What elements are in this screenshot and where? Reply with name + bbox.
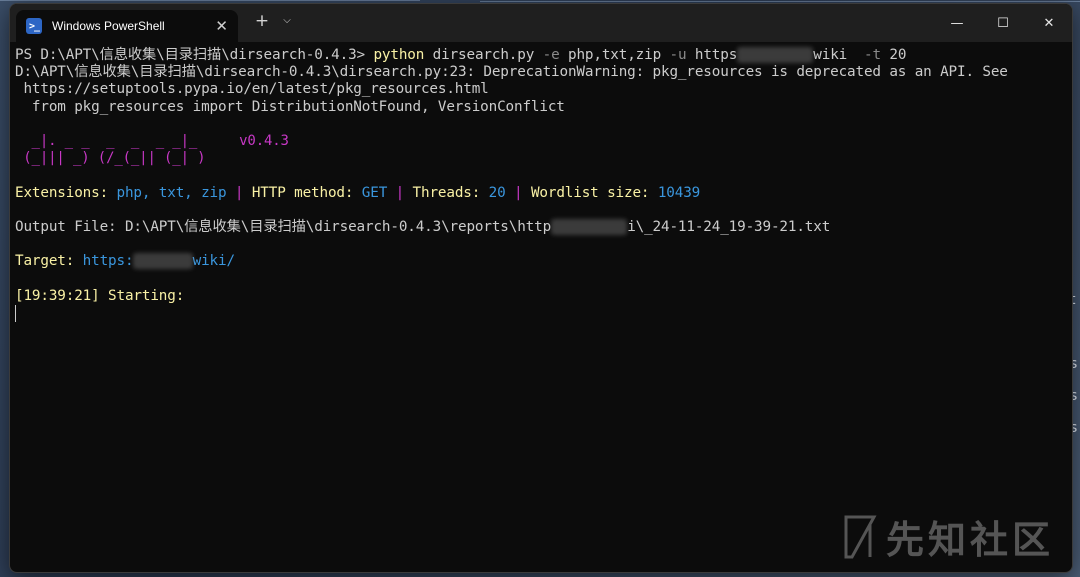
tab-powershell[interactable]: >_ Windows PowerShell ✕ bbox=[16, 10, 238, 42]
logo-top: _|. _ _ _ _ _ _|_ bbox=[15, 132, 198, 149]
output-file-path: Output File: D:\APT\信息收集\目录扫描\dirsearch-… bbox=[15, 218, 552, 235]
watermark-text: 先知社区 bbox=[885, 518, 1054, 562]
method-value: GET bbox=[361, 184, 388, 201]
separator: | bbox=[387, 184, 413, 201]
logo-line-bottom: (_||| _) (/_(_|| (_| ) bbox=[15, 150, 206, 167]
ext-label: Extensions: bbox=[15, 184, 117, 201]
terminal-window: >_ Windows PowerShell ✕ + ⌵ — ☐ ✕ PS D:\… bbox=[9, 3, 1073, 573]
url-arg-end: wiki bbox=[813, 47, 865, 63]
flag-u: -u bbox=[669, 47, 687, 63]
method-label: HTTP method: bbox=[251, 184, 362, 201]
flag-t: -t bbox=[864, 47, 881, 63]
separator: | bbox=[505, 184, 531, 201]
redacted-text: xxxxxxxxx bbox=[551, 218, 628, 235]
command-line: PS D:\APT\信息收集\目录扫描\dirsearch-0.4.3> pyt… bbox=[15, 47, 1066, 64]
wordlist-value: 10439 bbox=[657, 184, 701, 201]
title-bar[interactable]: >_ Windows PowerShell ✕ + ⌵ — ☐ ✕ bbox=[10, 4, 1072, 42]
command-python: python bbox=[373, 47, 425, 63]
wordlist-label: Wordlist size: bbox=[530, 184, 658, 201]
tab-title: Windows PowerShell bbox=[52, 19, 165, 33]
redacted-text: xxxxxxxxx bbox=[737, 47, 814, 63]
close-tab-icon[interactable]: ✕ bbox=[215, 17, 228, 35]
redacted-text: xxxxxxx bbox=[133, 253, 193, 270]
flag-e: -e bbox=[542, 47, 560, 63]
ext-value: php, txt, zip bbox=[116, 184, 227, 201]
prompt: PS D:\APT\信息收集\目录扫描\dirsearch-0.4.3> bbox=[15, 47, 374, 63]
separator: | bbox=[226, 184, 252, 201]
warning-line: D:\APT\信息收集\目录扫描\dirsearch-0.4.3\dirsear… bbox=[15, 64, 1008, 81]
target-line: Target: https:xxxxxxxwiki/ bbox=[15, 253, 1066, 270]
maximize-button[interactable]: ☐ bbox=[980, 4, 1026, 42]
terminal-output[interactable]: PS D:\APT\信息收集\目录扫描\dirsearch-0.4.3> pyt… bbox=[15, 47, 1066, 566]
config-line: Extensions: php, txt, zip | HTTP method:… bbox=[15, 185, 1066, 202]
output-file-line: Output File: D:\APT\信息收集\目录扫描\dirsearch-… bbox=[15, 218, 1066, 236]
output-file-name: i\_24-11-24_19-39-21.txt bbox=[627, 218, 831, 235]
watermark: 先知社区 bbox=[842, 509, 1054, 564]
minimize-button[interactable]: — bbox=[934, 4, 980, 42]
ext-arg: php,txt,zip bbox=[559, 47, 670, 63]
close-button[interactable]: ✕ bbox=[1026, 4, 1072, 42]
desktop-edge bbox=[0, 0, 420, 1]
starting-line: [19:39:21] Starting: bbox=[15, 287, 185, 304]
threads-label: Threads: bbox=[412, 184, 489, 201]
cursor-line bbox=[15, 304, 1066, 322]
target-url-end: wiki/ bbox=[192, 253, 235, 270]
watermark-logo-icon bbox=[844, 515, 877, 558]
command-args: dirsearch.py bbox=[424, 47, 543, 63]
target-label: Target: bbox=[15, 253, 83, 270]
url-arg: https bbox=[686, 47, 738, 63]
warning-line: from pkg_resources import DistributionNo… bbox=[15, 98, 565, 115]
desktop-edge bbox=[480, 1, 1080, 2]
warning-line: https://setuptools.pypa.io/en/latest/pkg… bbox=[15, 81, 489, 98]
version-label: v0.4.3 bbox=[239, 132, 289, 149]
threads-arg: 20 bbox=[880, 47, 907, 63]
target-url: https: bbox=[82, 253, 134, 270]
powershell-icon: >_ bbox=[26, 18, 42, 34]
text-cursor bbox=[15, 304, 16, 322]
new-tab-button[interactable]: + bbox=[252, 11, 272, 31]
chevron-down-icon[interactable]: ⌵ bbox=[280, 15, 294, 26]
logo-line-top: _|. _ _ _ _ _ _|_ v0.4.3 bbox=[15, 133, 1066, 150]
threads-value: 20 bbox=[488, 184, 506, 201]
